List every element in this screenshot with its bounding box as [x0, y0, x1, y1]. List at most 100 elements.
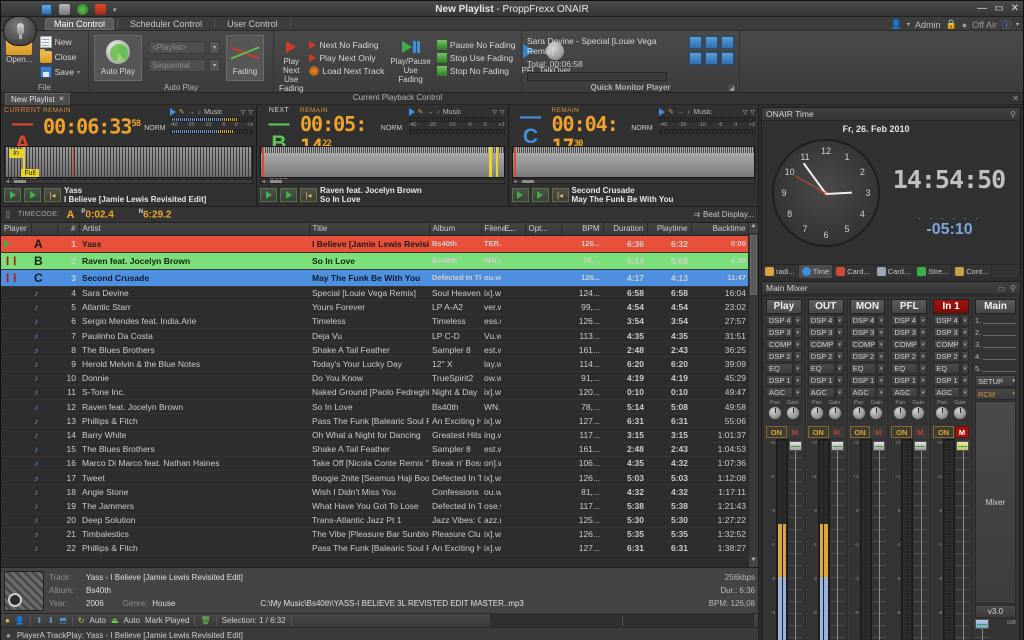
gain-knob[interactable] — [911, 406, 926, 420]
dsp-dropdown-icon[interactable]: ▾ — [960, 339, 969, 350]
fading-button[interactable]: Fading — [226, 35, 264, 81]
channel-header-1[interactable]: OUT — [807, 299, 844, 314]
play-next-use-fading-button[interactable]: Play Next Use Fading — [279, 35, 303, 93]
playlist-scroll-up-icon[interactable]: ▲ — [749, 223, 758, 233]
dsp-dropdown-icon[interactable]: ▾ — [960, 375, 969, 386]
volume-fader[interactable] — [872, 439, 886, 640]
main-volume-fader[interactable] — [974, 619, 989, 640]
pause-no-fading-button[interactable]: Pause No Fading — [434, 39, 519, 51]
on-button[interactable]: ON — [891, 426, 913, 438]
dsp-slot-6[interactable]: AGC — [849, 387, 877, 398]
dsp-slot-5[interactable]: DSP 1 — [891, 375, 919, 386]
main-slot-2[interactable]: 3. — [975, 339, 1016, 350]
pan-knob[interactable] — [851, 406, 866, 420]
person-icon[interactable]: 👤 — [15, 616, 25, 625]
move-up-icon[interactable]: ⬆ — [36, 616, 43, 625]
dsp-slot-1[interactable]: DSP 3 — [766, 327, 793, 338]
close-button[interactable]: Close — [37, 49, 83, 64]
sequential-select-dropdown-icon[interactable]: ▾ — [209, 59, 220, 72]
deck-c-wave-scrollbar[interactable]: ◂ — [511, 179, 755, 185]
dsp-slot-2[interactable]: COMP — [891, 339, 919, 350]
table-row[interactable]: ♪ 5 Atlantic Starr Yours Forever LP A-A2 ver.… — [1, 300, 758, 315]
main-slot-3[interactable]: 4. — [975, 351, 1016, 362]
deck-c-play-icon[interactable] — [659, 108, 665, 116]
mixer-restore-icon[interactable]: ▭ — [998, 284, 1006, 293]
on-button[interactable]: ON — [766, 426, 787, 438]
tab-user-control[interactable]: User Control — [218, 18, 287, 30]
dsp-dropdown-icon[interactable]: ▾ — [835, 327, 844, 338]
move-down-icon[interactable]: ⬇ — [48, 616, 55, 625]
main-slot-0[interactable]: 1. — [975, 315, 1016, 326]
panel-tab-card2[interactable]: Card... — [874, 264, 915, 278]
deck-b-play-pause-button[interactable] — [260, 188, 277, 202]
dsp-dropdown-icon[interactable]: ▾ — [919, 315, 928, 326]
col-opt[interactable]: Opt... — [525, 223, 562, 236]
dsp-dropdown-icon[interactable]: ▾ — [960, 387, 969, 398]
panel-tab-time[interactable]: Time — [798, 264, 834, 278]
volume-fader[interactable] — [914, 439, 928, 640]
dsp-dropdown-icon[interactable]: ▾ — [793, 351, 802, 362]
mute-button[interactable]: M — [787, 426, 802, 438]
deck-b-waveform[interactable] — [260, 146, 505, 178]
pan-knob[interactable] — [893, 406, 908, 420]
dsp-slot-2[interactable]: COMP — [807, 339, 835, 350]
dsp-slot-1[interactable]: DSP 3 — [891, 327, 919, 338]
deck-a-wave-scrollbar[interactable]: ◂ — [4, 179, 253, 185]
dsp-slot-0[interactable]: DSP 4 — [807, 315, 835, 326]
deck-a-source-dropdown-icon[interactable]: ▽ — [241, 109, 246, 116]
import-icon[interactable] — [59, 4, 70, 15]
mute-button[interactable]: M — [913, 426, 928, 438]
sequential-select[interactable]: Sequential — [148, 59, 206, 72]
panel-tab-card1[interactable]: Card... — [833, 264, 874, 278]
col-bpm[interactable]: BPM — [561, 223, 604, 236]
table-row[interactable]: A1YassI Believe [Jamie Lewis Revisited E… — [1, 235, 758, 253]
channel-header-3[interactable]: PFL — [891, 299, 928, 314]
dsp-slot-4[interactable]: EQ — [807, 363, 835, 374]
dsp-dropdown-icon[interactable]: ▾ — [793, 339, 802, 350]
dsp-slot-0[interactable]: DSP 4 — [891, 315, 919, 326]
dsp-dropdown-icon[interactable]: ▾ — [877, 315, 886, 326]
dsp-slot-3[interactable]: DSP 2 — [933, 351, 960, 362]
deck-c-play-pause-button[interactable] — [511, 188, 529, 202]
deck-c-source[interactable]: Music — [693, 109, 711, 116]
on-button[interactable]: ON — [849, 426, 871, 438]
gain-knob[interactable] — [953, 406, 968, 420]
col-album[interactable]: Album — [429, 223, 482, 236]
dsp-dropdown-icon[interactable]: ▾ — [835, 375, 844, 386]
dsp-dropdown-icon[interactable]: ▾ — [960, 327, 969, 338]
qm-pause-button[interactable] — [705, 36, 718, 49]
save-icon[interactable] — [41, 4, 52, 15]
col-backtime[interactable]: Backtime — [691, 223, 750, 236]
mixer-pin-icon[interactable]: ⚲ — [1010, 284, 1016, 293]
playlist-scroll-down-icon[interactable]: ▼ — [749, 557, 758, 567]
dsp-dropdown-icon[interactable]: ▾ — [835, 351, 844, 362]
dsp-dropdown-icon[interactable]: ▾ — [919, 351, 928, 362]
trash-icon[interactable]: 🗑 — [200, 616, 210, 625]
mixer-button[interactable]: Mixer — [974, 401, 1016, 604]
table-row[interactable]: ♪ 4 Sara Devine Special [Louie Vega Remix] S… — [1, 286, 758, 301]
gain-knob[interactable] — [869, 406, 884, 420]
qm-eject-button[interactable] — [721, 52, 734, 65]
play-pause-use-fading-button[interactable]: Play/Pause Use Fading — [390, 35, 431, 84]
deck-b-edit-icon[interactable]: ✎ — [418, 108, 424, 116]
dsp-slot-6[interactable]: AGC — [891, 387, 919, 398]
main-header[interactable]: Main — [974, 299, 1016, 314]
table-row[interactable]: ♪ 13 Phillips & Fitch Pass The Funk [Balear… — [1, 413, 758, 429]
dsp-dropdown-icon[interactable]: ▾ — [919, 339, 928, 350]
deck-b-wave-scrollbar[interactable]: ◂ — [260, 179, 505, 185]
beat-display-button[interactable]: ⇉ Beat Display... — [693, 210, 754, 219]
dsp-slot-5[interactable]: DSP 1 — [807, 375, 835, 386]
dsp-dropdown-icon[interactable]: ▾ — [835, 363, 844, 374]
playlist-tab-close-icon[interactable]: ✕ — [59, 95, 65, 103]
dsp-dropdown-icon[interactable]: ▾ — [919, 327, 928, 338]
dsp-dropdown-icon[interactable]: ▾ — [793, 327, 802, 338]
setup-button[interactable]: SETUP ▾ — [974, 375, 1016, 387]
dsp-slot-3[interactable]: DSP 2 — [807, 351, 835, 362]
deck-a-edit-icon[interactable]: ✎ — [179, 108, 185, 116]
dsp-slot-0[interactable]: DSP 4 — [766, 315, 793, 326]
dsp-dropdown-icon[interactable]: ▾ — [835, 387, 844, 398]
dsp-dropdown-icon[interactable]: ▾ — [877, 387, 886, 398]
table-row[interactable]: ♪17TweetBoogie 2nite [Seamus Haji Boogie… — [1, 470, 758, 486]
table-row[interactable]: ♪ 19 The Jammers What Have You Got To Lose D… — [1, 498, 758, 514]
dsp-slot-5[interactable]: DSP 1 — [933, 375, 960, 386]
